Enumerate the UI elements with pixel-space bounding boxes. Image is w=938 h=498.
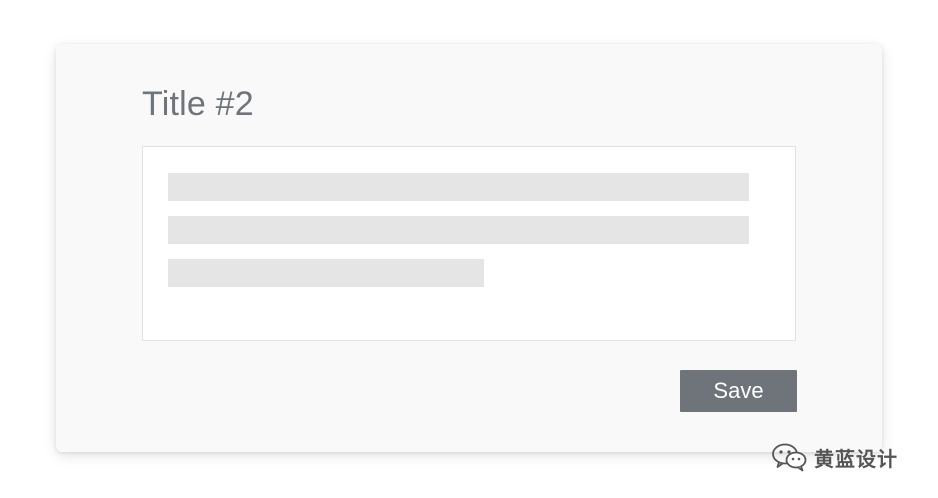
placeholder-line xyxy=(168,173,749,201)
watermark: 黄蓝设计 xyxy=(770,440,898,474)
save-button[interactable]: Save xyxy=(680,370,797,412)
text-editor[interactable] xyxy=(142,146,796,341)
card-title: Title #2 xyxy=(142,85,254,123)
content-card: Title #2 Save xyxy=(56,44,882,452)
wechat-icon xyxy=(770,441,810,473)
placeholder-line xyxy=(168,216,749,244)
placeholder-line xyxy=(168,259,484,287)
watermark-text: 黄蓝设计 xyxy=(814,446,898,471)
